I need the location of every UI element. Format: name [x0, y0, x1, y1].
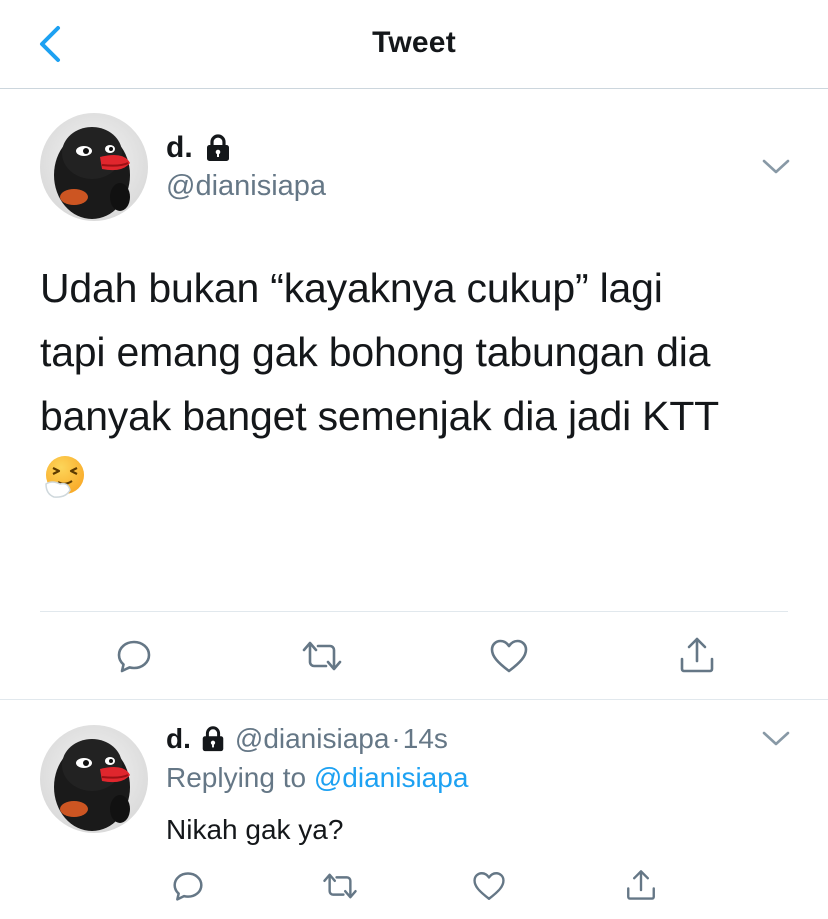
chevron-down-icon: [762, 159, 790, 174]
retweet-button[interactable]: [298, 634, 346, 678]
reply-share-button[interactable]: [620, 864, 662, 906]
replying-to-label: Replying to: [166, 762, 307, 793]
author-display-name[interactable]: d.: [166, 131, 193, 165]
reply-avatar[interactable]: [40, 725, 148, 833]
lock-icon: [206, 134, 229, 161]
sneezing-face-icon: [45, 456, 84, 498]
penguin-avatar-image: [54, 739, 130, 831]
lock-icon: [202, 726, 224, 752]
reply-button[interactable]: [112, 634, 156, 678]
retweet-icon: [302, 641, 342, 671]
penguin-avatar-image: [54, 127, 130, 219]
page-title: Tweet: [372, 26, 456, 59]
reply-retweet-button[interactable]: [318, 866, 362, 906]
tweet-text: Udah bukan “kayaknya cukup” lagi tapi em…: [40, 265, 720, 439]
reply-reply-button[interactable]: [168, 866, 208, 906]
reply-handle[interactable]: @dianisiapa: [235, 723, 390, 755]
share-icon: [627, 870, 655, 900]
reply-text: Nikah gak ya?: [166, 814, 344, 845]
avatar[interactable]: [40, 113, 148, 221]
like-button[interactable]: [486, 634, 532, 678]
reply-like-button[interactable]: [469, 866, 509, 906]
section-divider: [0, 699, 828, 700]
reply-timestamp: 14s: [402, 723, 448, 754]
reply-options-button[interactable]: [758, 724, 794, 754]
author-name-row: d.: [166, 128, 233, 168]
separator-dot: ·: [391, 723, 401, 754]
heart-icon: [473, 872, 505, 900]
chevron-down-icon: [762, 731, 790, 746]
author-handle[interactable]: @dianisiapa: [166, 170, 326, 203]
tweet-divider: [40, 611, 788, 612]
sneezing-face-emoji: [42, 454, 88, 505]
share-icon: [680, 637, 714, 673]
reply-header-row: d. @dianisiapa · 14s: [166, 719, 448, 759]
heart-icon: [490, 639, 528, 673]
replying-to-handle-link[interactable]: @dianisiapa: [314, 762, 469, 793]
reply-icon: [173, 872, 203, 901]
tweet-options-button[interactable]: [758, 152, 794, 182]
reply-display-name[interactable]: d.: [166, 723, 191, 755]
top-navigation-bar: Tweet: [0, 0, 828, 89]
replying-to-line: Replying to @dianisiapa: [166, 762, 468, 794]
reply-icon: [117, 640, 151, 673]
retweet-icon: [323, 873, 357, 899]
share-button[interactable]: [674, 632, 720, 678]
